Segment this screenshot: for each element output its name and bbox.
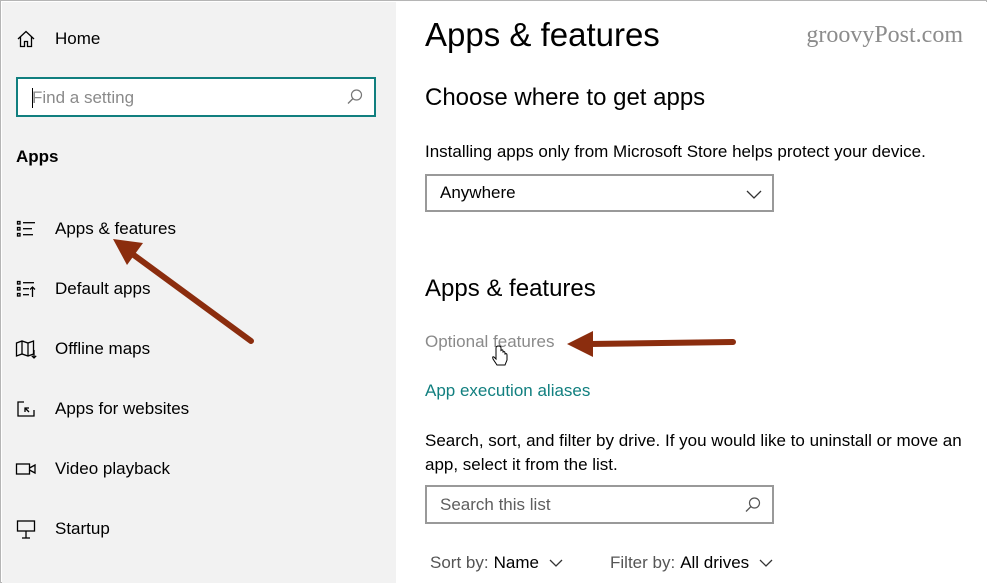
- filter-by-value: All drives: [680, 553, 750, 572]
- sidebar-item-offline-maps[interactable]: Offline maps: [2, 329, 396, 369]
- home-icon: [15, 28, 37, 50]
- sidebar-item-default-apps[interactable]: Default apps: [2, 269, 396, 309]
- search-list-box[interactable]: [425, 485, 774, 524]
- sidebar-item-label: Apps for websites: [55, 399, 190, 418]
- list-description: Search, sort, and filter by drive. If yo…: [425, 431, 962, 474]
- app-execution-aliases-link[interactable]: App execution aliases: [425, 381, 590, 401]
- text-caret: [32, 88, 33, 108]
- chevron-down-icon: [759, 559, 773, 567]
- choose-apps-heading: Choose where to get apps: [425, 84, 706, 111]
- sidebar-item-startup[interactable]: Startup: [2, 509, 396, 549]
- default-apps-icon: [15, 278, 37, 300]
- setting-search-input[interactable]: [32, 86, 332, 110]
- sidebar-item-label: Apps & features: [55, 219, 176, 238]
- filter-by-label: Filter by:: [610, 553, 676, 572]
- sidebar-section-title: Apps: [16, 147, 59, 166]
- startup-icon: [15, 518, 37, 540]
- sidebar-item-apps-for-websites[interactable]: Apps for websites: [2, 389, 396, 429]
- search-icon[interactable]: [346, 88, 364, 106]
- sidebar-item-home[interactable]: Home: [2, 19, 396, 59]
- sort-by-label: Sort by:: [430, 553, 489, 572]
- search-icon[interactable]: [744, 496, 762, 514]
- sidebar-item-apps-features[interactable]: Apps & features: [2, 209, 396, 249]
- sidebar-item-label: Startup: [55, 519, 110, 538]
- external-link-icon: [15, 398, 37, 420]
- sidebar-item-label: Home: [55, 29, 101, 48]
- sidebar: Home Apps Apps & features: [2, 2, 396, 583]
- video-icon: [15, 458, 37, 480]
- apps-features-heading: Apps & features: [425, 275, 596, 302]
- page-title: Apps & features: [425, 16, 660, 53]
- sidebar-item-label: Offline maps: [55, 339, 151, 358]
- setting-search-box[interactable]: [16, 77, 376, 117]
- watermark-text: groovyPost.com: [806, 22, 963, 48]
- sort-by-dropdown[interactable]: Sort by: Name: [430, 553, 563, 573]
- sort-by-value: Name: [493, 553, 539, 572]
- chevron-down-icon: [549, 559, 563, 567]
- settings-window: Home Apps Apps & features: [0, 0, 987, 583]
- filter-by-dropdown[interactable]: Filter by: All drives: [610, 553, 773, 573]
- main-content: Apps & features groovyPost.com Choose wh…: [396, 2, 987, 583]
- optional-features-link[interactable]: Optional features: [425, 332, 554, 352]
- sidebar-item-video-playback[interactable]: Video playback: [2, 449, 396, 489]
- sidebar-item-label: Video playback: [55, 459, 170, 478]
- app-source-value: Anywhere: [440, 183, 516, 202]
- choose-apps-description: Installing apps only from Microsoft Stor…: [425, 142, 926, 161]
- sidebar-item-label: Default apps: [55, 279, 151, 298]
- map-icon: [15, 338, 37, 360]
- search-list-input[interactable]: [440, 494, 720, 516]
- chevron-down-icon: [746, 186, 762, 202]
- app-source-dropdown[interactable]: Anywhere: [425, 174, 774, 212]
- list-icon: [15, 218, 37, 240]
